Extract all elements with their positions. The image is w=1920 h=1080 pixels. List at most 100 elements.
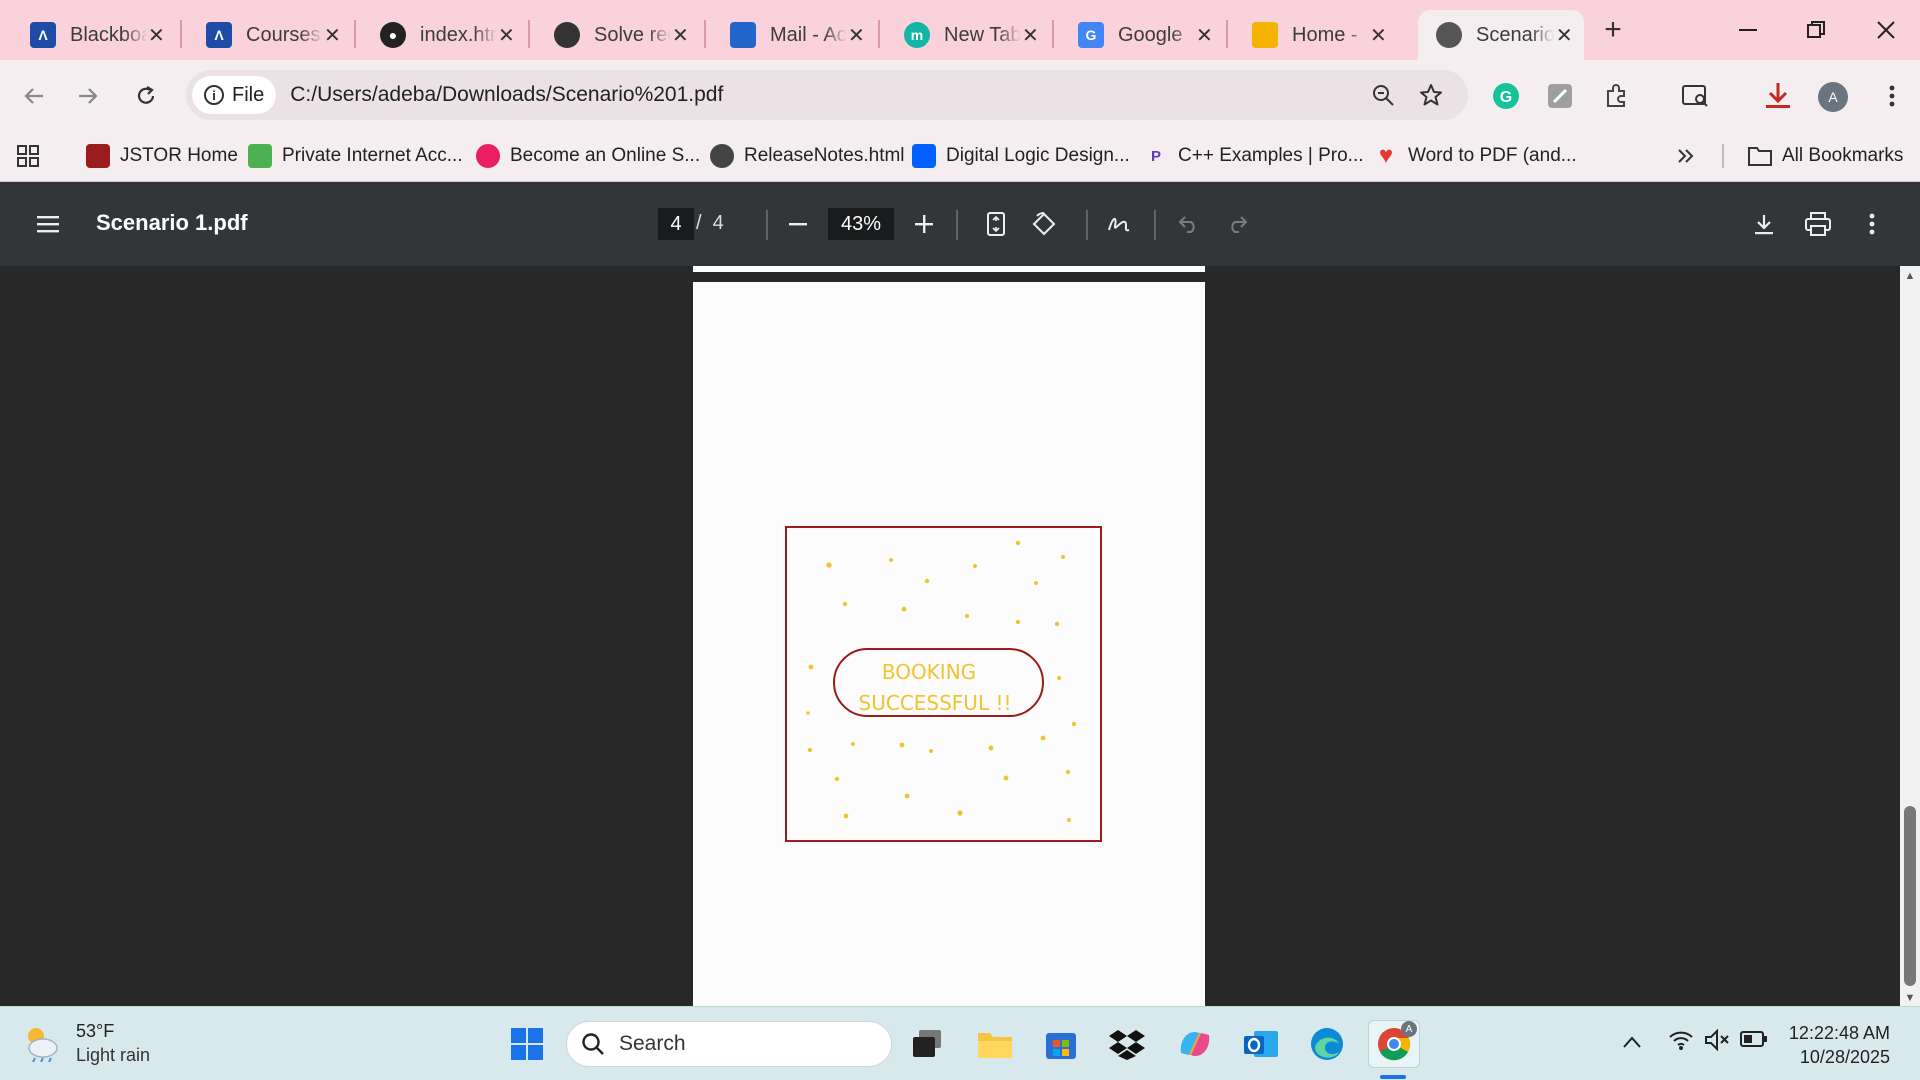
tab-7[interactable]: Home - ✕ — [1234, 10, 1398, 60]
outlook-icon[interactable] — [1240, 1023, 1282, 1065]
close-tab-icon[interactable]: ✕ — [1554, 23, 1574, 47]
extensions-puzzle-icon[interactable] — [1596, 76, 1636, 116]
close-window-button[interactable] — [1852, 10, 1920, 50]
bookmark-item[interactable]: Become an Online S... — [476, 140, 700, 172]
tab-title: Solve rec — [594, 23, 671, 46]
bookmark-star-icon[interactable] — [1414, 78, 1448, 112]
scroll-down-arrow-icon[interactable]: ▼ — [1904, 992, 1916, 1004]
tab-4[interactable]: Mail - Ac ✕ — [712, 10, 876, 60]
rotate-icon[interactable] — [1024, 204, 1064, 244]
apps-grid-icon[interactable] — [16, 140, 40, 172]
address-bar[interactable]: i File C:/Users/adeba/Downloads/Scenario… — [186, 70, 1468, 120]
copilot-icon[interactable] — [1174, 1023, 1216, 1065]
draw-annotate-icon[interactable] — [1100, 204, 1140, 244]
tab-separator — [528, 20, 530, 48]
back-button[interactable] — [14, 76, 54, 116]
more-menu-icon[interactable] — [1872, 76, 1912, 116]
close-tab-icon[interactable]: ✕ — [497, 23, 516, 47]
edge-icon[interactable] — [1306, 1023, 1348, 1065]
file-explorer-icon[interactable] — [974, 1023, 1016, 1065]
chrome-profile-badge: A — [1401, 1021, 1417, 1037]
bookmark-item[interactable]: Private Internet Acc... — [248, 140, 463, 172]
site-info-chip[interactable]: i File — [192, 76, 277, 114]
close-tab-icon[interactable]: ✕ — [323, 23, 342, 47]
booking-text-line1: BOOKING — [882, 660, 976, 684]
tab-separator — [1226, 20, 1228, 48]
url-text[interactable]: C:/Users/adeba/Downloads/Scenario%201.pd… — [290, 83, 723, 107]
zoom-input[interactable]: 43% — [828, 208, 894, 240]
minimize-button[interactable] — [1714, 10, 1782, 50]
close-tab-icon[interactable]: ✕ — [847, 23, 866, 47]
tab-title: Home - — [1292, 23, 1358, 46]
forward-button[interactable] — [68, 76, 108, 116]
extension-pen-icon[interactable] — [1540, 76, 1580, 116]
system-clock[interactable]: 12:22:48 AM 10/28/2025 — [1780, 1021, 1890, 1069]
pdf-download-icon[interactable] — [1744, 204, 1784, 244]
pdf-title: Scenario 1.pdf — [96, 210, 248, 235]
scrollbar[interactable]: ▲ ▼ — [1900, 266, 1920, 1006]
tab-title: Mail - Ac — [770, 23, 847, 46]
previous-page-edge — [693, 266, 1205, 272]
globe-icon — [1436, 22, 1462, 48]
tab-3[interactable]: Solve rec ✕ — [536, 10, 700, 60]
windows-start-icon[interactable] — [506, 1023, 548, 1065]
pdf-page: BOOKING SUCCESSFUL !! — [693, 282, 1205, 1006]
chrome-taskbar-icon[interactable]: A — [1368, 1020, 1420, 1068]
tab-0[interactable]: Λ Blackboard✕ — [12, 10, 176, 60]
task-view-icon[interactable] — [906, 1023, 948, 1065]
all-bookmarks-button[interactable]: All Bookmarks — [1748, 140, 1903, 172]
redo-icon[interactable] — [1218, 204, 1258, 244]
weather-cloud-icon[interactable] — [20, 1021, 62, 1063]
tab-8[interactable]: Scenario ✕ — [1418, 10, 1584, 60]
bookmarks-divider — [1722, 144, 1724, 168]
profile-avatar[interactable]: A — [1818, 82, 1848, 112]
new-tab-button[interactable]: + — [1598, 14, 1628, 48]
bookmark-item[interactable]: Digital Logic Design... — [912, 140, 1130, 172]
tab-search-icon[interactable] — [1676, 76, 1716, 116]
zoom-out-button[interactable] — [778, 204, 818, 244]
tab-2[interactable]: ● index.html✕ — [362, 10, 526, 60]
pdf-more-icon[interactable] — [1852, 204, 1892, 244]
microsoft-store-icon[interactable] — [1040, 1023, 1082, 1065]
menu-icon[interactable] — [28, 204, 68, 244]
tab-5[interactable]: m New Tab ✕ — [886, 10, 1050, 60]
print-icon[interactable] — [1798, 204, 1838, 244]
tab-1[interactable]: Λ Courses ✕ — [188, 10, 352, 60]
fit-page-icon[interactable] — [976, 204, 1016, 244]
bookmark-item[interactable]: ♥ Word to PDF (and... — [1374, 140, 1577, 172]
heart-icon: ♥ — [1378, 142, 1394, 169]
download-icon[interactable] — [1758, 76, 1798, 116]
close-tab-icon[interactable]: ✕ — [1369, 23, 1388, 47]
restore-button[interactable] — [1782, 10, 1850, 50]
scrollbar-thumb[interactable] — [1904, 806, 1916, 986]
bookmark-item[interactable]: JSTOR Home — [86, 140, 238, 172]
pdf-toolbar: Scenario 1.pdf 4 / 4 43% — [0, 182, 1920, 266]
close-tab-icon[interactable]: ✕ — [147, 23, 166, 47]
bookmark-item[interactable]: ReleaseNotes.html — [710, 140, 905, 172]
bookmark-item[interactable]: P C++ Examples | Pro... — [1144, 140, 1364, 172]
all-bookmarks-label: All Bookmarks — [1782, 145, 1904, 166]
battery-icon[interactable] — [1740, 1029, 1768, 1055]
reload-button[interactable] — [126, 76, 166, 116]
taskbar-search[interactable]: Search — [566, 1021, 892, 1067]
folder-icon — [1748, 147, 1772, 166]
undo-icon[interactable] — [1168, 204, 1208, 244]
volume-muted-icon[interactable] — [1704, 1028, 1730, 1057]
github-icon: ● — [380, 22, 406, 48]
more-bookmarks-chevron-icon[interactable] — [1676, 140, 1696, 172]
wifi-icon[interactable] — [1668, 1029, 1694, 1057]
zoom-icon[interactable] — [1366, 78, 1400, 112]
close-tab-icon[interactable]: ✕ — [1195, 23, 1214, 47]
pdf-viewer[interactable]: BOOKING SUCCESSFUL !! ▲ ▼ — [0, 266, 1920, 1006]
blackboard-icon: Λ — [30, 22, 56, 48]
grammarly-icon[interactable]: G — [1486, 76, 1526, 116]
zoom-in-button[interactable] — [904, 204, 944, 244]
dropbox-icon[interactable] — [1106, 1023, 1148, 1065]
show-hidden-icons-chevron-icon[interactable] — [1622, 1029, 1642, 1055]
scroll-up-arrow-icon[interactable]: ▲ — [1904, 270, 1916, 282]
tab-6[interactable]: G Google ✕ — [1060, 10, 1224, 60]
page-number-input[interactable]: 4 — [658, 208, 694, 240]
close-tab-icon[interactable]: ✕ — [671, 23, 690, 47]
close-tab-icon[interactable]: ✕ — [1021, 23, 1040, 47]
svg-text:G: G — [1500, 89, 1512, 106]
